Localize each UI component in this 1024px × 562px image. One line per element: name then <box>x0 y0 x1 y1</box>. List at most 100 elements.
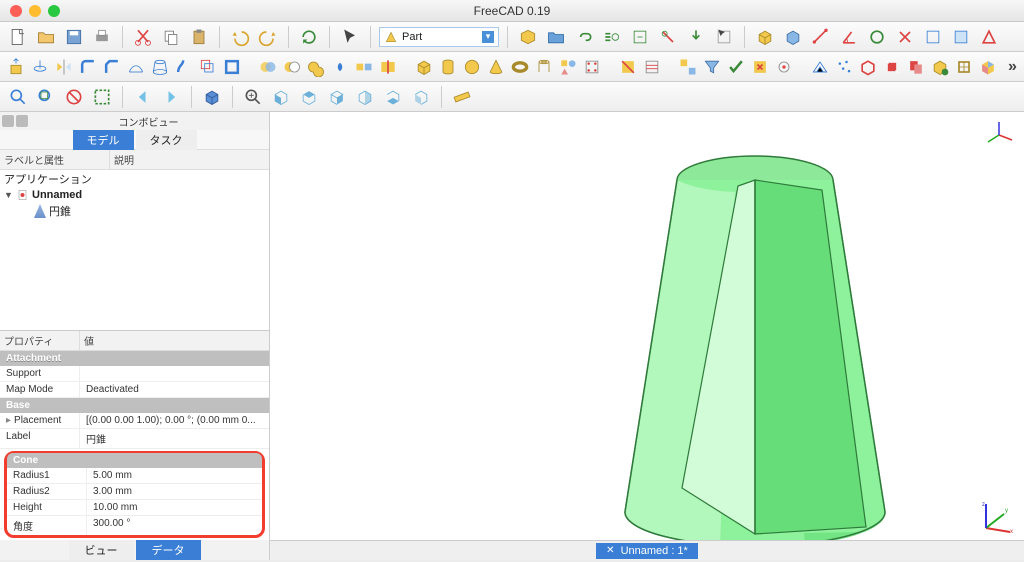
view-top-icon[interactable] <box>297 85 321 109</box>
undo-icon[interactable] <box>228 25 252 49</box>
split-icon[interactable] <box>378 55 398 79</box>
tab-view[interactable]: ビュー <box>69 540 134 560</box>
toolbar-overflow-icon[interactable]: » <box>1002 58 1023 76</box>
refine-shape-icon[interactable] <box>930 55 950 79</box>
prop-row-radius1[interactable]: Radius15.00 mm <box>7 468 262 484</box>
measure-angular-icon[interactable] <box>837 25 861 49</box>
mirror-icon[interactable] <box>54 55 74 79</box>
shape-from-mesh-icon[interactable] <box>810 55 830 79</box>
measure-refresh-icon[interactable] <box>865 25 889 49</box>
zoom-all-icon[interactable] <box>241 85 265 109</box>
copy-icon[interactable] <box>159 25 183 49</box>
view-bottom-icon[interactable] <box>381 85 405 109</box>
cut-bool-icon[interactable] <box>282 55 302 79</box>
measure-delta-icon[interactable] <box>977 25 1001 49</box>
nav-prev-icon[interactable] <box>131 85 155 109</box>
view-left-icon[interactable] <box>409 85 433 109</box>
refresh-icon[interactable] <box>297 25 321 49</box>
points-from-mesh-icon[interactable] <box>834 55 854 79</box>
boolean-icon[interactable] <box>258 55 278 79</box>
bounding-box-icon[interactable] <box>90 85 114 109</box>
extrude-icon[interactable] <box>6 55 26 79</box>
paste-icon[interactable] <box>187 25 211 49</box>
prop-row-placement[interactable]: ▸Placement[(0.00 0.00 1.00); 0.00 °; (0.… <box>0 413 269 429</box>
link-unlink-icon[interactable] <box>656 25 680 49</box>
link-select-icon[interactable] <box>712 25 736 49</box>
sphere-primitive-icon[interactable] <box>462 55 482 79</box>
fillet-icon[interactable] <box>78 55 98 79</box>
join-connect-icon[interactable] <box>354 55 374 79</box>
panel-close-icon[interactable] <box>2 115 14 127</box>
link-icon[interactable] <box>572 25 596 49</box>
cylinder-primitive-icon[interactable] <box>438 55 458 79</box>
part-box2-icon[interactable] <box>781 25 805 49</box>
ruled-surface-icon[interactable] <box>126 55 146 79</box>
fit-selection-icon[interactable] <box>34 85 58 109</box>
tab-model[interactable]: モデル <box>73 130 134 150</box>
torus-primitive-icon[interactable] <box>510 55 530 79</box>
nav-next-icon[interactable] <box>159 85 183 109</box>
primitives-more-icon[interactable] <box>558 55 578 79</box>
measure-distance-icon[interactable] <box>450 85 474 109</box>
attachment-icon[interactable] <box>774 55 794 79</box>
link-replace-icon[interactable] <box>628 25 652 49</box>
offset-icon[interactable] <box>198 55 218 79</box>
defeaturing-icon[interactable] <box>750 55 770 79</box>
section-icon[interactable] <box>618 55 638 79</box>
part-cube-icon[interactable] <box>516 25 540 49</box>
prop-row-support[interactable]: Support <box>0 366 269 382</box>
revolve-icon[interactable] <box>30 55 50 79</box>
builder-icon[interactable] <box>582 55 602 79</box>
simple-copy-icon[interactable] <box>906 55 926 79</box>
link-import-icon[interactable] <box>684 25 708 49</box>
box-primitive-icon[interactable] <box>414 55 434 79</box>
tree-expand-icon[interactable]: ▼ <box>4 190 14 200</box>
chamfer-icon[interactable] <box>102 55 122 79</box>
close-tab-icon[interactable]: ✕ <box>606 545 614 556</box>
measure-toggle3d-icon[interactable] <box>949 25 973 49</box>
link-array-icon[interactable] <box>600 25 624 49</box>
redo-icon[interactable] <box>256 25 280 49</box>
document-tab[interactable]: ✕ Unnamed : 1* <box>596 543 698 559</box>
measure-toggle-icon[interactable] <box>921 25 945 49</box>
part-box-icon[interactable] <box>753 25 777 49</box>
3d-viewport[interactable]: x y z ✕ Unnamed : 1* <box>270 112 1024 560</box>
tree-document[interactable]: ▼ Unnamed <box>0 188 269 202</box>
cross-sections-icon[interactable] <box>642 55 662 79</box>
view-right-icon[interactable] <box>325 85 349 109</box>
compound-icon[interactable] <box>678 55 698 79</box>
isometric-icon[interactable] <box>200 85 224 109</box>
thickness-icon[interactable] <box>222 55 242 79</box>
new-file-icon[interactable] <box>6 25 30 49</box>
reverse-shape-icon[interactable] <box>882 55 902 79</box>
color-per-face-icon[interactable] <box>978 55 998 79</box>
tab-task[interactable]: タスク <box>136 130 197 150</box>
sweep-icon[interactable] <box>174 55 194 79</box>
cone-primitive-icon[interactable] <box>486 55 506 79</box>
open-file-icon[interactable] <box>34 25 58 49</box>
element-copy-icon[interactable] <box>954 55 974 79</box>
measure-linear-icon[interactable] <box>809 25 833 49</box>
check-geometry-icon[interactable] <box>726 55 746 79</box>
view-front-icon[interactable] <box>269 85 293 109</box>
panel-float-icon[interactable] <box>16 115 28 127</box>
model-tree[interactable]: アプリケーション ▼ Unnamed 円錐 <box>0 170 269 331</box>
compound-filter-icon[interactable] <box>702 55 722 79</box>
cut-icon[interactable] <box>131 25 155 49</box>
prop-row-mapmode[interactable]: Map ModeDeactivated <box>0 382 269 398</box>
tab-data[interactable]: データ <box>136 540 201 560</box>
prop-row-label[interactable]: Label円錐 <box>0 429 269 449</box>
draw-style-icon[interactable] <box>62 85 86 109</box>
print-icon[interactable] <box>90 25 114 49</box>
cursor-icon[interactable] <box>338 25 362 49</box>
convert-to-solid-icon[interactable] <box>858 55 878 79</box>
workbench-selector[interactable]: Part ▾ <box>379 27 499 47</box>
save-file-icon[interactable] <box>62 25 86 49</box>
loft-icon[interactable] <box>150 55 170 79</box>
fuse-icon[interactable] <box>306 55 326 79</box>
common-icon[interactable] <box>330 55 350 79</box>
fit-all-icon[interactable] <box>6 85 30 109</box>
prop-row-angle[interactable]: 角度300.00 ° <box>7 516 262 535</box>
group-folder-icon[interactable] <box>544 25 568 49</box>
prop-row-height[interactable]: Height10.00 mm <box>7 500 262 516</box>
